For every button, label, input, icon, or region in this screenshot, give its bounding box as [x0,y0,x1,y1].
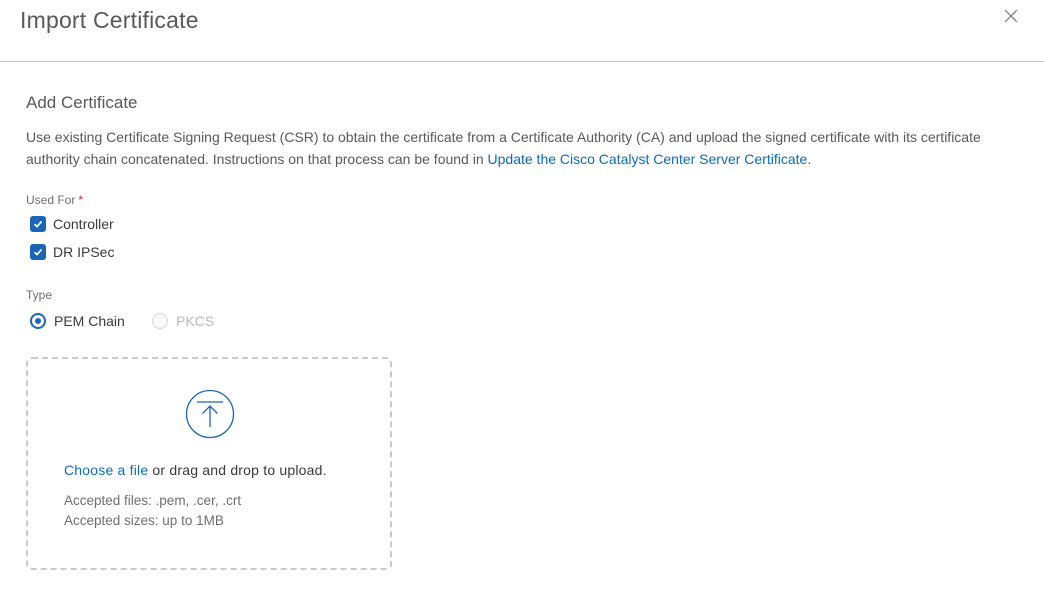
description-end: . [807,151,812,167]
used-for-label: Used For * [26,193,83,207]
type-label: Type [26,288,53,302]
radio-disabled-icon [152,313,168,329]
checkbox-controller[interactable]: Controller [30,215,114,233]
section-description: Use existing Certificate Signing Request… [26,126,1026,170]
radio-label: PEM Chain [54,313,125,329]
dialog-header: Import Certificate [0,0,1044,62]
file-dropzone[interactable]: Choose a file or drag and drop to upload… [26,357,392,570]
checkbox-checked-icon[interactable] [30,244,46,260]
section-title: Add Certificate [26,93,138,112]
upload-arrow-icon[interactable] [185,389,235,439]
dialog-title: Import Certificate [20,7,199,33]
checkbox-label: Controller [53,216,114,232]
radio-label: PKCS [176,313,215,329]
used-for-label-text: Used For [26,193,76,207]
accepted-files-text: Accepted files: .pem, .cer, .crt [64,493,242,508]
close-icon[interactable] [1001,6,1021,26]
instructions-link[interactable]: Update the Cisco Catalyst Center Server … [488,151,808,167]
radio-pkcs: PKCS [152,312,214,330]
checkbox-checked-icon[interactable] [30,216,46,232]
drag-drop-text: or drag and drop to upload. [152,462,327,478]
required-mark: * [78,193,84,207]
checkbox-dr-ipsec[interactable]: DR IPSec [30,243,114,261]
radio-pem-chain[interactable]: PEM Chain [30,312,125,330]
choose-file-link[interactable]: Choose a file [64,462,148,478]
checkbox-label: DR IPSec [53,244,115,260]
accepted-sizes-text: Accepted sizes: up to 1MB [64,513,224,528]
upload-instruction: Choose a file or drag and drop to upload… [64,462,327,478]
radio-selected-icon[interactable] [30,313,46,329]
